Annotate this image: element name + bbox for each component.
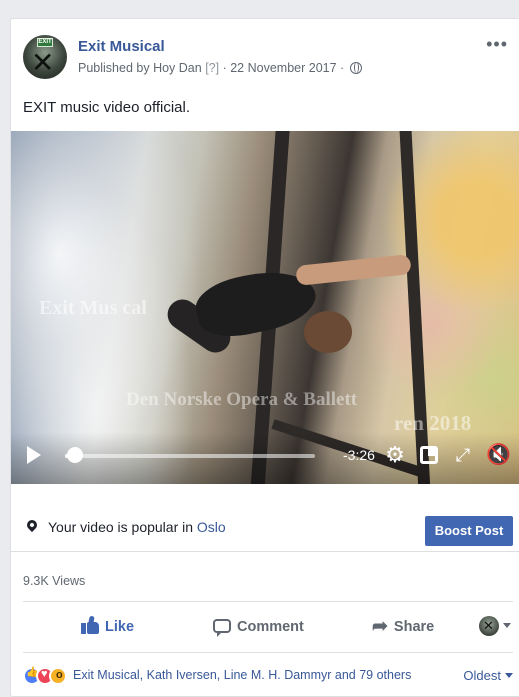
mute-icon[interactable]: 🔇	[486, 443, 511, 467]
popularity-bar: Your video is popular in Oslo Boost Post	[11, 506, 519, 552]
post-card: EXIT ✕ Exit Musical Published by Hoy Dan…	[10, 18, 519, 697]
play-icon[interactable]	[27, 446, 41, 464]
meta-separator: ·	[222, 61, 227, 75]
identity-avatar	[479, 616, 499, 636]
video-controls: -3:26 ⚙ ⤢ 🔇	[11, 432, 519, 484]
gear-icon[interactable]: ⚙	[383, 443, 407, 467]
avatar-badge: EXIT	[37, 38, 53, 47]
comment-bubble-icon	[213, 619, 231, 637]
thumbs-up-icon	[81, 615, 99, 634]
publisher-link[interactable]: Hoy Dan	[153, 61, 202, 75]
view-count[interactable]: 9.3K Views	[23, 574, 85, 588]
video-player[interactable]: Exit Mus cal Den Norske Opera & Ballett …	[11, 131, 519, 484]
boost-post-button[interactable]: Boost Post	[425, 516, 513, 546]
share-arrow-icon: ➦	[372, 616, 388, 637]
post-caption: EXIT music video official.	[23, 99, 191, 116]
video-overlay-title: Exit Mus cal	[39, 297, 147, 319]
post-date-link[interactable]: 22 November 2017	[230, 61, 336, 75]
chevron-down-icon	[503, 623, 511, 628]
page-avatar[interactable]: EXIT ✕	[23, 35, 67, 79]
location-pin-icon	[24, 517, 40, 533]
reactions-summary[interactable]: Exit Musical, Kath Iversen, Line M. H. D…	[73, 668, 411, 682]
comment-button[interactable]: Comment	[213, 615, 304, 639]
like-button[interactable]: Like	[81, 615, 134, 639]
video-person	[161, 254, 412, 376]
popularity-city-link[interactable]: Oslo	[197, 519, 226, 535]
wow-reaction-icon[interactable]	[49, 667, 67, 685]
like-label: Like	[105, 619, 135, 635]
sort-label: Oldest	[463, 668, 501, 683]
action-bar: Like Comment ➦ Share	[23, 601, 513, 653]
comment-sort-dropdown[interactable]: Oldest	[463, 668, 513, 683]
chevron-down-icon	[505, 673, 513, 678]
published-prefix: Published by	[78, 61, 150, 75]
reactions-row: Exit Musical, Kath Iversen, Line M. H. D…	[23, 665, 513, 689]
video-overlay-subtitle: Den Norske Opera & Ballett	[126, 389, 358, 410]
page-name-link[interactable]: Exit Musical	[78, 38, 165, 55]
comment-label: Comment	[237, 619, 304, 635]
share-label: Share	[393, 619, 435, 635]
more-options-button[interactable]: •••	[486, 35, 508, 53]
globe-icon[interactable]	[349, 62, 362, 74]
popularity-label: Your video is popular in	[48, 519, 194, 535]
identity-selector[interactable]	[479, 616, 513, 640]
publisher-hint-link[interactable]: [?]	[205, 61, 219, 75]
video-progress-track[interactable]	[65, 454, 315, 458]
avatar-figure-icon: ✕	[31, 47, 55, 78]
picture-in-picture-icon[interactable]	[420, 446, 438, 464]
fullscreen-icon[interactable]: ⤢	[451, 443, 475, 467]
post-meta: Published by Hoy Dan [?] · 22 November 2…	[78, 61, 362, 75]
post-header: EXIT ✕ Exit Musical Published by Hoy Dan…	[23, 33, 510, 83]
share-button[interactable]: ➦ Share	[372, 615, 434, 639]
person-head	[304, 311, 352, 353]
meta-separator-2: ·	[340, 61, 345, 75]
video-scrubber-handle[interactable]	[66, 447, 83, 463]
time-remaining: -3:26	[343, 447, 375, 463]
popularity-text: Your video is popular in Oslo	[48, 519, 226, 535]
